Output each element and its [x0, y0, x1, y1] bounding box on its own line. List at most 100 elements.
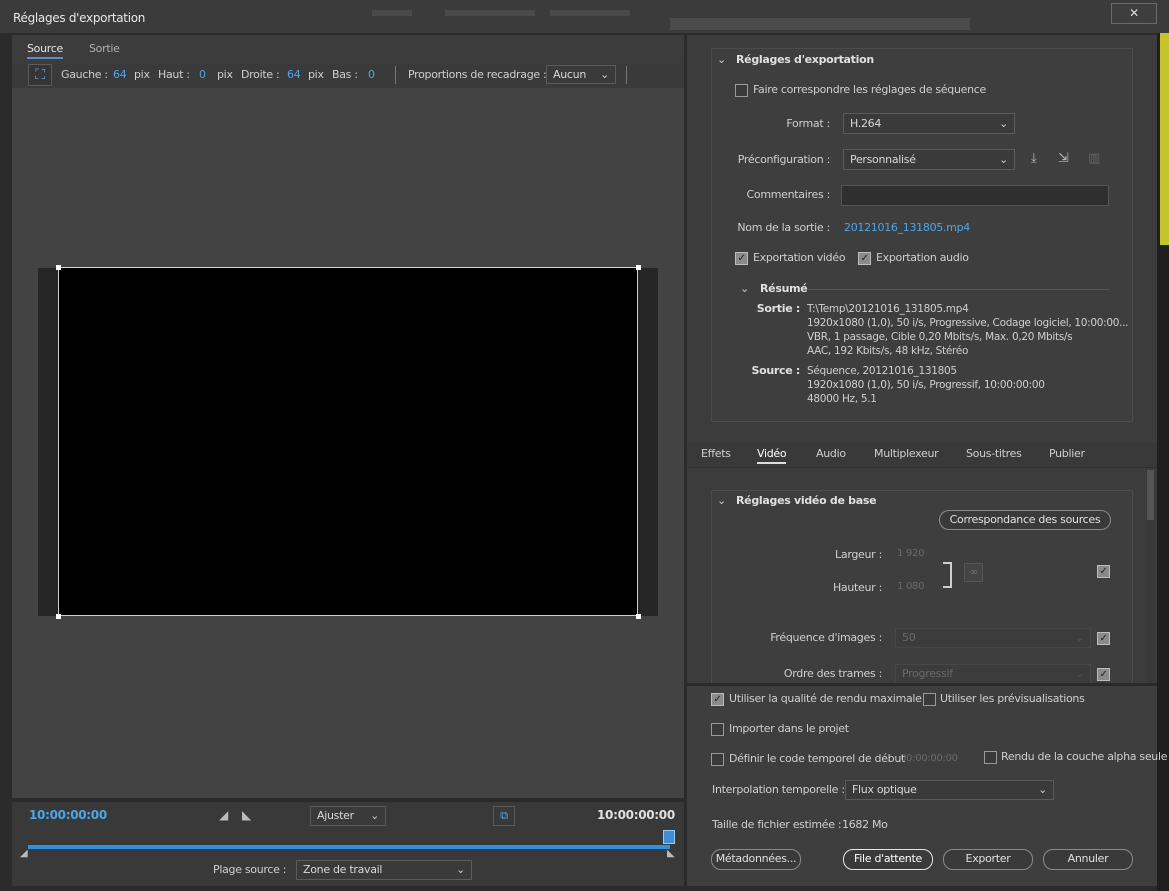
- fps-value: 50: [902, 631, 916, 644]
- crop-ratio-value: Aucun: [553, 68, 586, 81]
- fps-checkbox[interactable]: ✓: [1097, 632, 1110, 645]
- background-ghost: [550, 10, 630, 16]
- tab-video[interactable]: Vidéo: [757, 447, 787, 464]
- collapse-chevron-icon[interactable]: ⌄: [717, 494, 726, 507]
- summary-divider: [808, 289, 1109, 290]
- import-project-checkbox[interactable]: [711, 723, 724, 736]
- use-previews-label: Utiliser les prévisualisations: [940, 692, 1085, 705]
- tab-audio[interactable]: Audio: [816, 447, 846, 460]
- fit-frame-icon: ⧉: [500, 809, 508, 822]
- summary-source-text: Séquence, 20121016_131805 1920x1080 (1,0…: [807, 364, 1045, 406]
- video-preview[interactable]: [58, 267, 638, 616]
- toolbar-divider: [395, 66, 396, 84]
- import-project-label: Importer dans le projet: [729, 722, 849, 735]
- playhead[interactable]: [663, 830, 675, 844]
- cancel-button[interactable]: Annuler: [1043, 849, 1133, 870]
- start-timecode-checkbox[interactable]: [711, 753, 724, 766]
- link-dimensions-button[interactable]: ∞: [964, 563, 983, 582]
- chevron-down-icon: ⌄: [600, 68, 609, 81]
- export-button[interactable]: Exporter: [943, 849, 1033, 870]
- crop-handle[interactable]: [56, 265, 61, 270]
- metadata-button[interactable]: Métadonnées...: [711, 849, 801, 870]
- filesize-value: 1682 Mo: [842, 818, 888, 831]
- timeline-track[interactable]: [28, 845, 670, 849]
- crop-right-value[interactable]: 64: [287, 68, 301, 81]
- format-select[interactable]: H.264 ⌄: [843, 113, 1015, 134]
- chevron-down-icon: ⌄: [1075, 667, 1084, 680]
- tab-publish[interactable]: Publier: [1049, 447, 1085, 460]
- chevron-down-icon: ⌄: [999, 117, 1008, 130]
- field-order-label: Ordre des trames :: [783, 667, 882, 680]
- tab-multiplexer[interactable]: Multiplexeur: [874, 447, 939, 460]
- collapse-chevron-icon[interactable]: ⌄: [740, 282, 749, 295]
- width-height-checkbox[interactable]: ✓: [1097, 565, 1110, 578]
- preset-value: Personnalisé: [850, 153, 916, 166]
- queue-button[interactable]: File d'attente: [843, 849, 933, 870]
- alpha-only-checkbox[interactable]: [984, 751, 997, 764]
- summary-line: T:\Temp\20121016_131805.mp4: [807, 303, 969, 315]
- interpolation-value: Flux optique: [852, 783, 917, 796]
- range-end-marker-icon[interactable]: ◣: [667, 848, 675, 859]
- link-icon: ∞: [969, 567, 978, 578]
- chevron-down-icon: ⌄: [999, 153, 1008, 166]
- crop-left-value[interactable]: 64: [113, 68, 127, 81]
- window-title: Réglages d'exportation: [13, 11, 146, 25]
- background-left-edge: [0, 33, 12, 891]
- height-label: Hauteur :: [832, 581, 882, 594]
- delete-preset-icon[interactable]: ▥: [1088, 151, 1100, 166]
- tab-output[interactable]: Sortie: [89, 42, 120, 55]
- range-start-marker-icon[interactable]: ◢: [20, 848, 28, 859]
- close-window-button[interactable]: ✕: [1111, 3, 1157, 24]
- crop-ratio-select[interactable]: Aucun ⌄: [546, 65, 616, 84]
- import-preset-icon[interactable]: ⇲: [1058, 151, 1069, 166]
- match-source-button[interactable]: Correspondance des sources: [939, 510, 1111, 530]
- current-timecode[interactable]: 10:00:00:00: [29, 808, 107, 822]
- crop-top-label: Haut :: [158, 68, 190, 81]
- height-value[interactable]: 1 080: [897, 581, 924, 592]
- background-ghost: [445, 10, 535, 16]
- crop-top-value[interactable]: 0: [199, 68, 206, 81]
- crop-tool-button[interactable]: ⛶: [28, 64, 52, 86]
- crop-bottom-value[interactable]: 0: [368, 68, 375, 81]
- summary-line: Séquence, 20121016_131805: [807, 365, 957, 377]
- video-settings-panel: ⌄ Réglages vidéo de base Correspondance …: [687, 468, 1157, 683]
- filesize-label: Taille de fichier estimée :: [712, 818, 842, 831]
- export-audio-checkbox[interactable]: ✓: [858, 252, 871, 265]
- field-order-select[interactable]: Progressif ⌄: [895, 664, 1091, 683]
- aspect-toggle-button[interactable]: ⧉: [493, 806, 515, 826]
- source-range-label: Plage source :: [213, 863, 287, 876]
- output-name-link[interactable]: 20121016_131805.mp4: [844, 221, 970, 234]
- source-range-select[interactable]: Zone de travail ⌄: [296, 860, 472, 880]
- tab-captions[interactable]: Sous-titres: [966, 447, 1022, 460]
- start-timecode-value[interactable]: 00:00:00:00: [900, 753, 958, 764]
- format-value: H.264: [850, 117, 882, 130]
- save-preset-icon[interactable]: ⤓: [1031, 151, 1037, 166]
- tab-effects[interactable]: Effets: [701, 447, 731, 460]
- collapse-chevron-icon[interactable]: ⌄: [717, 53, 726, 66]
- crop-handle[interactable]: [636, 614, 641, 619]
- scrollbar-thumb[interactable]: [1147, 470, 1154, 520]
- comments-input[interactable]: [841, 185, 1109, 206]
- set-out-point-icon[interactable]: ◣: [242, 808, 251, 822]
- zoom-select[interactable]: Ajuster ⌄: [310, 806, 386, 826]
- fps-label: Fréquence d'images :: [770, 631, 882, 644]
- crop-handle[interactable]: [56, 614, 61, 619]
- summary-title: Résumé: [760, 282, 808, 295]
- tab-source[interactable]: Source: [27, 42, 63, 59]
- crop-handle[interactable]: [636, 265, 641, 270]
- use-previews-checkbox[interactable]: [923, 693, 936, 706]
- width-value[interactable]: 1 920: [897, 548, 924, 559]
- link-bracket: [943, 562, 952, 588]
- interpolation-select[interactable]: Flux optique ⌄: [845, 780, 1054, 800]
- background-ghost: [670, 18, 970, 30]
- max-quality-checkbox[interactable]: ✓: [711, 693, 724, 706]
- summary-line: AAC, 192 Kbits/s, 48 kHz, Stéréo: [807, 345, 969, 357]
- fps-select[interactable]: 50 ⌄: [895, 628, 1091, 648]
- preset-select[interactable]: Personnalisé ⌄: [843, 149, 1015, 170]
- field-order-checkbox[interactable]: ✓: [1097, 668, 1110, 681]
- set-in-point-icon[interactable]: ◢: [219, 808, 228, 822]
- interpolation-label: Interpolation temporelle :: [712, 783, 845, 796]
- match-sequence-checkbox[interactable]: [735, 84, 748, 97]
- close-icon: ✕: [1129, 6, 1139, 20]
- export-video-checkbox[interactable]: ✓: [735, 252, 748, 265]
